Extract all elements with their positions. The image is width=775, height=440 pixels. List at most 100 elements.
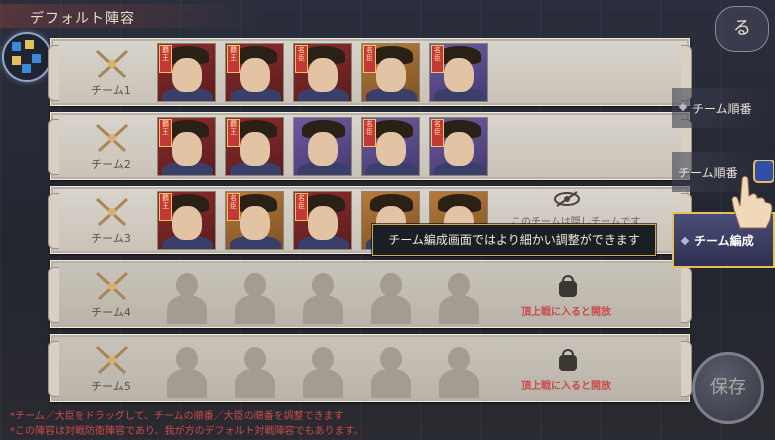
hero-portrait[interactable]: 名臣 (293, 191, 352, 250)
crossed-swords-icon (95, 271, 129, 301)
portrait-face (376, 58, 406, 92)
logo-block (22, 64, 31, 73)
silhouette-icon (303, 271, 343, 324)
team-row[interactable]: チーム2 覇王 覇王 名臣 名臣 (48, 112, 692, 180)
rank-badge: 覇王 (159, 193, 172, 221)
portrait-face (172, 206, 202, 240)
diamond-icon (680, 236, 690, 246)
crossed-swords-icon (95, 123, 129, 153)
rank-badge: 名臣 (295, 193, 308, 221)
portrait-face (444, 58, 474, 92)
team-label: チーム5 (91, 380, 131, 393)
page-title: デフォルト陣容 (30, 11, 135, 27)
row-cap-left (48, 267, 59, 323)
lock-icon (559, 349, 577, 371)
silhouette-head (380, 347, 402, 371)
rank-badge: 覇王 (159, 45, 172, 73)
silhouette-head (448, 273, 470, 297)
silhouette-icon (371, 271, 411, 324)
empty-slot[interactable] (293, 339, 352, 398)
silhouette-torso (235, 295, 275, 324)
silhouette-icon (371, 345, 411, 398)
silhouette-icon (167, 345, 207, 398)
crossed-swords-icon (95, 49, 129, 79)
hint-drag-note: *チーム／大臣をドラッグして、チームの順番／大臣の順番を調整できます (10, 411, 344, 422)
row-cap-left (48, 193, 59, 249)
team-order-button[interactable]: チーム順番 (672, 88, 775, 128)
silhouette-torso (303, 295, 343, 324)
team-row[interactable]: チーム1 覇王 覇王 名臣 名臣 名臣 (48, 38, 692, 106)
portrait-face (240, 132, 270, 166)
empty-slot[interactable] (429, 339, 488, 398)
team-row[interactable]: チーム4 頂上戦に入ると開放 (48, 260, 692, 328)
empty-slot[interactable] (361, 265, 420, 324)
rank-badge: 名臣 (295, 45, 308, 73)
team-label: チーム4 (91, 306, 131, 319)
silhouette-icon (235, 345, 275, 398)
hero-portrait[interactable]: 覇王 (225, 117, 284, 176)
hero-portrait[interactable]: 覇王 (157, 43, 216, 102)
hero-portrait[interactable]: 名臣 (361, 43, 420, 102)
silhouette-torso (235, 369, 275, 398)
silhouette-torso (439, 295, 479, 324)
rank-badge: 名臣 (227, 193, 240, 221)
hero-portrait[interactable]: 名臣 (429, 117, 488, 176)
silhouette-head (312, 347, 334, 371)
team-label: チーム1 (91, 84, 131, 97)
hero-portrait[interactable]: 名臣 (429, 43, 488, 102)
portrait-face (172, 58, 202, 92)
silhouette-icon (439, 271, 479, 324)
empty-slot[interactable] (361, 339, 420, 398)
silhouette-icon (235, 271, 275, 324)
save-button[interactable]: 保存 (692, 352, 764, 424)
rank-badge: 覇王 (227, 119, 240, 147)
hero-portrait[interactable] (293, 117, 352, 176)
hero-portrait[interactable]: 名臣 (225, 191, 284, 250)
portrait-face (376, 132, 406, 166)
empty-slot[interactable] (157, 339, 216, 398)
hero-portrait[interactable]: 覇王 (157, 191, 216, 250)
portrait-face (308, 206, 338, 240)
silhouette-torso (371, 369, 411, 398)
empty-slot[interactable] (225, 339, 284, 398)
eye-off-icon[interactable] (553, 191, 581, 207)
portrait-face (172, 132, 202, 166)
rank-badge: 名臣 (363, 45, 376, 73)
tooltip: チーム編成画面ではより細かい調整ができます (372, 224, 656, 256)
hero-portrait[interactable]: 名臣 (361, 117, 420, 176)
silhouette-icon (303, 345, 343, 398)
empty-slot[interactable] (225, 265, 284, 324)
logo-block (12, 42, 21, 51)
rank-badge: 名臣 (431, 45, 444, 73)
crossed-swords-icon (95, 345, 129, 375)
pointing-hand-icon (731, 160, 774, 229)
silhouette-head (244, 273, 266, 297)
empty-slot[interactable] (293, 265, 352, 324)
silhouette-icon (167, 271, 207, 324)
portrait-face (240, 58, 270, 92)
hero-portrait[interactable]: 覇王 (157, 117, 216, 176)
team-order-label: チーム順番 (692, 102, 752, 116)
hint-defense-note: *この陣容は対戦防衛陣容であり、我が方のデフォルト対戦陣容でもあります。 (10, 426, 364, 437)
logo-block (12, 56, 21, 65)
rank-badge: 名臣 (431, 119, 444, 147)
hero-portrait[interactable]: 覇王 (225, 43, 284, 102)
team-label: チーム3 (91, 232, 131, 245)
logo-block (25, 40, 34, 49)
row-cap-left (48, 341, 59, 397)
silhouette-head (176, 347, 198, 371)
corner-emblem-icon[interactable]: る (715, 6, 769, 52)
hero-portrait[interactable]: 名臣 (293, 43, 352, 102)
silhouette-head (244, 347, 266, 371)
rank-badge: 名臣 (363, 119, 376, 147)
team-row[interactable]: チーム5 頂上戦に入ると開放 (48, 334, 692, 402)
logo-block (32, 54, 41, 63)
silhouette-head (448, 347, 470, 371)
empty-slot[interactable] (157, 265, 216, 324)
empty-slot[interactable] (429, 265, 488, 324)
diamond-icon (678, 102, 688, 112)
portrait-face (240, 206, 270, 240)
unlock-condition-text: 頂上戦に入ると開放 (521, 307, 611, 318)
silhouette-torso (303, 369, 343, 398)
silhouette-torso (371, 295, 411, 324)
